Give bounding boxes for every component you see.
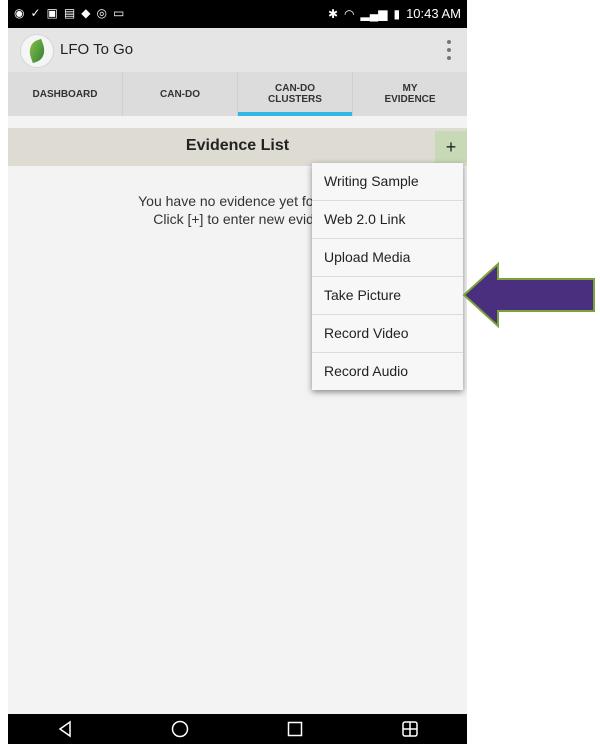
app-title: LFO To Go bbox=[60, 41, 134, 58]
tab-can-do[interactable]: CAN-DO bbox=[123, 72, 238, 116]
evidence-list-title: Evidence List bbox=[185, 137, 290, 154]
status-time: 10:43 AM bbox=[406, 6, 461, 21]
wifi-signal-icon: ◠ bbox=[344, 6, 355, 21]
recents-icon[interactable] bbox=[280, 714, 310, 744]
menu-item-record-video[interactable]: Record Video bbox=[312, 315, 463, 353]
add-evidence-menu: Writing Sample Web 2.0 Link Upload Media… bbox=[312, 163, 463, 390]
tab-my-evidence[interactable]: MY EVIDENCE bbox=[353, 72, 467, 116]
menu-item-web-link[interactable]: Web 2.0 Link bbox=[312, 201, 463, 239]
wifi-icon: ◎ bbox=[96, 6, 107, 20]
tab-dashboard[interactable]: DASHBOARD bbox=[8, 72, 123, 116]
tab-bar: DASHBOARD CAN-DO CAN-DO CLUSTERS MY EVID… bbox=[8, 72, 467, 116]
app-bar: LFO To Go bbox=[8, 28, 467, 72]
message-icon: ▭ bbox=[112, 6, 125, 20]
check-icon: ✓ bbox=[30, 6, 41, 20]
location-icon: ◉ bbox=[14, 6, 25, 20]
menu-item-record-audio[interactable]: Record Audio bbox=[312, 353, 463, 390]
menu-item-upload-media[interactable]: Upload Media bbox=[312, 239, 463, 277]
bluetooth-icon: ✱ bbox=[327, 6, 338, 21]
menu-item-writing-sample[interactable]: Writing Sample bbox=[312, 163, 463, 201]
dual-window-icon[interactable] bbox=[395, 714, 425, 744]
battery-icon: ▮ bbox=[393, 6, 401, 21]
tab-my-evidence-label: MY EVIDENCE bbox=[384, 83, 436, 105]
app-logo-icon bbox=[20, 34, 54, 68]
back-icon[interactable] bbox=[50, 714, 80, 744]
home-icon[interactable] bbox=[165, 714, 195, 744]
pointer-arrow-icon bbox=[462, 262, 595, 328]
add-evidence-button[interactable]: + bbox=[435, 131, 467, 163]
evidence-list-header: Evidence List + bbox=[8, 128, 467, 166]
phone-screen: ◉ ✓ ▣ ▤ ◆ ◎ ▭ ✱ ◠ ▂▄▆ ▮ 10:43 AM LFO To … bbox=[8, 0, 467, 744]
tab-can-do-clusters-label: CAN-DO CLUSTERS bbox=[268, 83, 322, 105]
menu-item-take-picture[interactable]: Take Picture bbox=[312, 277, 463, 315]
android-icon: ◆ bbox=[81, 6, 91, 20]
cell-signal-icon: ▂▄▆ bbox=[360, 6, 388, 21]
notification-icon: ▣ bbox=[46, 6, 58, 20]
overflow-menu-icon[interactable] bbox=[447, 40, 451, 60]
tab-can-do-clusters[interactable]: CAN-DO CLUSTERS bbox=[238, 72, 353, 116]
navigation-bar bbox=[8, 714, 467, 744]
status-left-icons: ◉ ✓ ▣ ▤ ◆ ◎ ▭ bbox=[14, 6, 124, 20]
image-icon: ▤ bbox=[63, 6, 76, 20]
status-right-icons: ✱ ◠ ▂▄▆ ▮ 10:43 AM bbox=[328, 6, 461, 21]
status-bar: ◉ ✓ ▣ ▤ ◆ ◎ ▭ ✱ ◠ ▂▄▆ ▮ 10:43 AM bbox=[8, 0, 467, 28]
